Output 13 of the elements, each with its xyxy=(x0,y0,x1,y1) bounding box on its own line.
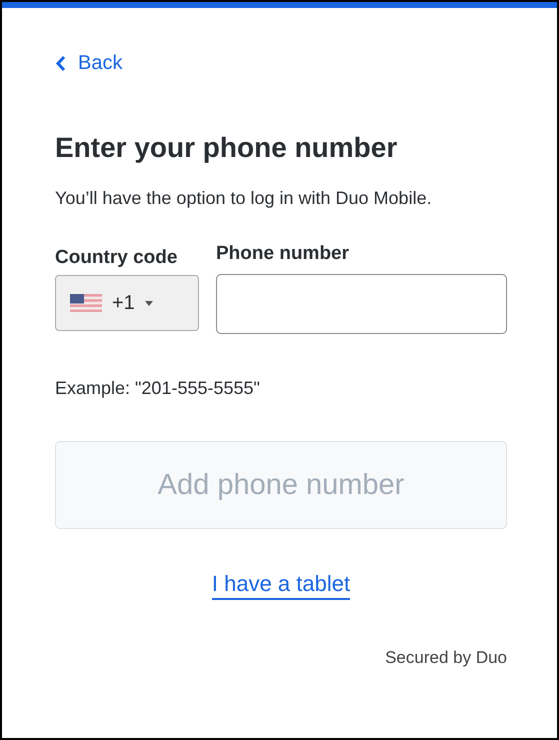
chevron-left-icon xyxy=(55,55,66,72)
page-title: Enter your phone number xyxy=(55,132,398,164)
flag-icon xyxy=(70,294,102,312)
tablet-link[interactable]: I have a tablet xyxy=(212,571,350,600)
field-label: Phone number xyxy=(216,243,350,265)
footer-text: Secured by Duo xyxy=(385,648,507,668)
caret-icon xyxy=(144,300,153,306)
example-text: Example: "201-555-5555" xyxy=(55,378,261,399)
country-code-select[interactable]: +1 xyxy=(55,275,199,331)
field-label: Country code xyxy=(55,247,178,269)
back-link[interactable]: Back xyxy=(55,52,122,75)
subtitle-text: You’ll have the option to log in with Duo Mobile. xyxy=(55,188,433,209)
phone-number-field[interactable] xyxy=(216,274,507,334)
